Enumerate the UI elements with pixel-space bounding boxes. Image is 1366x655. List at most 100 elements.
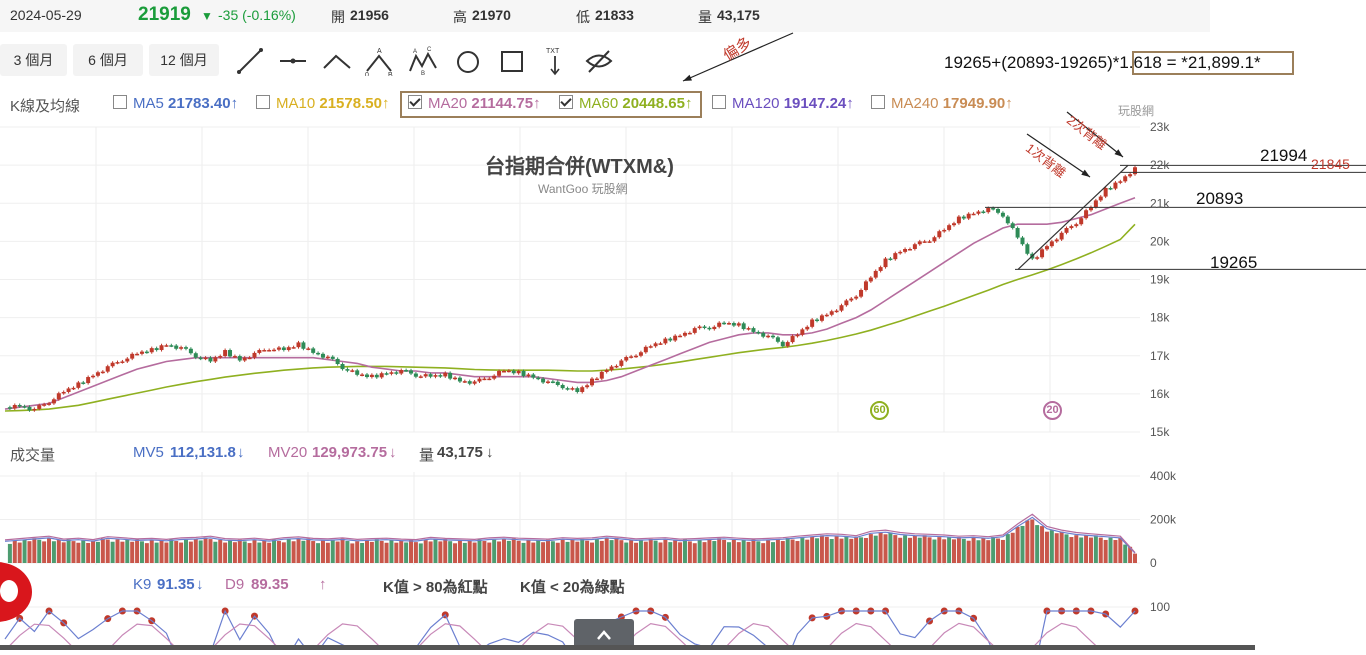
volume-bar: [316, 543, 321, 563]
volume-bar: [624, 542, 629, 563]
candle-body: [648, 346, 653, 348]
candle-body: [409, 370, 414, 374]
volume-bar: [1118, 537, 1123, 563]
volume-bar: [335, 541, 340, 563]
candle-body: [472, 381, 477, 384]
volume-bar: [981, 537, 986, 563]
ma10-toggle[interactable]: MA10 21578.50↑: [256, 95, 389, 112]
trend-line-icon[interactable]: [234, 46, 264, 76]
candle-body: [1118, 181, 1123, 183]
price-tick-label: 16k: [1150, 387, 1170, 401]
circle-icon[interactable]: [453, 46, 483, 76]
volume-bar: [394, 542, 399, 563]
volume-bar: [746, 541, 751, 563]
period-3m-button[interactable]: 3 個月: [0, 44, 67, 76]
angle-icon[interactable]: [322, 46, 352, 76]
candle-body: [775, 337, 780, 342]
abcd-pattern-icon[interactable]: A C B: [408, 46, 438, 76]
volume-bar: [619, 540, 624, 563]
kd-rule-red: K值 > 80為紅點: [383, 579, 488, 596]
ma60-line: [4, 223, 1136, 412]
candle-body: [247, 357, 252, 360]
volume-bar: [281, 542, 286, 563]
mv20-line: [4, 513, 1136, 553]
volume-bar: [477, 539, 482, 563]
volume-bar: [805, 539, 810, 563]
vol-value: 43,175: [437, 444, 483, 461]
text-icon[interactable]: TXT: [540, 46, 570, 76]
ma5-checkbox[interactable]: [113, 95, 127, 109]
hide-icon[interactable]: [584, 46, 614, 76]
volume-bar: [232, 542, 237, 563]
candle-body: [687, 332, 692, 335]
volume-bar: [100, 538, 105, 563]
candle-body: [1054, 239, 1059, 242]
volume-bar: [443, 539, 448, 563]
candle-body: [1069, 226, 1074, 229]
volume-bar: [188, 541, 193, 563]
kd-red-dot: [647, 607, 655, 615]
volume-bar: [903, 535, 908, 563]
volume-bar: [575, 541, 580, 563]
volume-bar: [673, 539, 678, 563]
candle-body: [526, 374, 531, 377]
candle-body: [135, 353, 140, 356]
svg-text:A: A: [413, 49, 417, 55]
volume-bar: [506, 540, 511, 563]
candle-body: [340, 364, 345, 370]
volume-bar: [956, 537, 961, 563]
volume-title: 成交量: [10, 447, 56, 464]
volume-bar: [47, 538, 52, 563]
ma120-checkbox[interactable]: [712, 95, 726, 109]
kd-red-dot: [1043, 607, 1051, 615]
candle-body: [120, 361, 125, 363]
quote-high: 21970: [472, 7, 511, 23]
candle-body: [374, 374, 379, 378]
svg-text:C: C: [427, 47, 432, 53]
volume-bar: [629, 540, 634, 563]
volume-bar: [736, 542, 741, 563]
candle-body: [961, 216, 966, 219]
candle-body: [169, 345, 174, 347]
candle-body: [878, 267, 883, 271]
volume-bar: [731, 539, 736, 563]
candle-body: [722, 322, 727, 325]
ma10-checkbox[interactable]: [256, 95, 270, 109]
volume-bar: [658, 542, 663, 563]
ma240-toggle[interactable]: MA240 17949.90↑: [871, 95, 1013, 112]
volume-bar: [966, 540, 971, 563]
volume-bar: [614, 537, 619, 563]
horizontal-line-icon[interactable]: [278, 46, 308, 76]
rectangle-icon[interactable]: [497, 46, 527, 76]
volume-bar: [252, 540, 257, 563]
record-button[interactable]: [0, 562, 32, 622]
period-12m-button[interactable]: 12 個月: [149, 44, 219, 76]
candle-body: [560, 384, 565, 389]
candle-body: [213, 357, 218, 362]
volume-bar: [272, 539, 277, 563]
volume-bar: [311, 541, 316, 563]
volume-bar: [873, 535, 878, 563]
candle-body: [736, 323, 741, 326]
candle-body: [917, 241, 922, 245]
ma5-arrow: ↑: [230, 95, 239, 112]
candle-body: [682, 332, 687, 336]
volume-bar: [242, 541, 247, 563]
volume-bar: [105, 539, 110, 563]
volume-bar: [590, 542, 595, 563]
kd-red-dot: [852, 607, 860, 615]
ma60-marker[interactable]: 60: [870, 401, 889, 420]
abc-pattern-icon[interactable]: A 0 B: [364, 46, 394, 76]
mv5-line: [4, 516, 1136, 554]
volume-bar: [91, 540, 96, 563]
ma240-checkbox[interactable]: [871, 95, 885, 109]
ma120-toggle[interactable]: MA120 19147.24↑: [712, 95, 854, 112]
candle-body: [467, 381, 472, 384]
price-tick-label: 19k: [1150, 273, 1170, 287]
volume-bar: [1088, 537, 1093, 563]
candle-body: [443, 372, 448, 377]
volume-bar: [942, 539, 947, 563]
ma20-marker[interactable]: 20: [1043, 401, 1062, 420]
ma5-toggle[interactable]: MA5 21783.40↑: [113, 95, 238, 112]
period-6m-button[interactable]: 6 個月: [73, 44, 143, 76]
